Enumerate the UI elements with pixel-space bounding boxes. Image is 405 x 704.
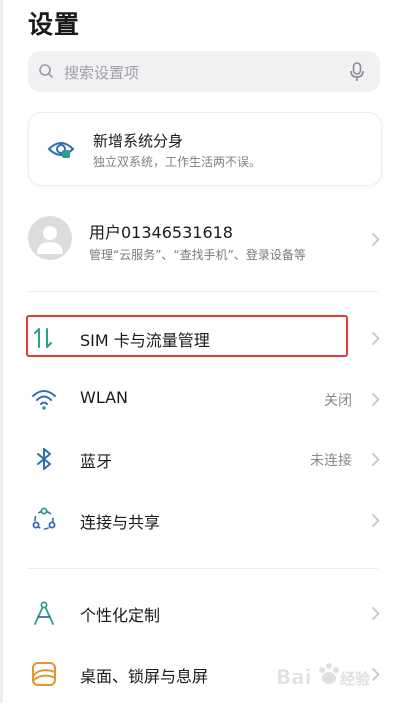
settings-item-sim[interactable]: SIM 卡与流量管理 [28,308,380,368]
settings-item-label: SIM 卡与流量管理 [80,331,210,350]
divider [28,568,378,569]
settings-item-status: 未连接 [310,453,352,469]
settings-item-label: 个性化定制 [80,606,161,625]
chevron-right-icon [371,392,380,407]
account-description: 管理“云服务”、“查找手机”、登录设备等 [89,248,306,262]
svg-text:经验: 经验 [340,670,371,688]
avatar-person-icon [37,226,63,254]
page-title: 设置 [28,10,81,39]
search-input[interactable] [62,51,356,94]
chevron-right-icon [371,513,380,528]
account-name: 用户01346531618 [89,223,233,242]
dual-system-icon [47,142,75,158]
settings-item-wlan[interactable]: WLAN 关闭 [28,369,380,429]
settings-item-label: WLAN [80,388,129,407]
account-row[interactable]: 用户01346531618 管理“云服务”、“查找手机”、登录设备等 [28,210,380,274]
chevron-right-icon [371,606,380,621]
chevron-right-icon [371,232,380,247]
chevron-right-icon [371,452,380,467]
settings-item-label: 桌面、锁屏与息屏 [80,667,209,686]
chevron-right-icon [371,331,380,346]
divider [28,291,378,292]
sim-traffic-icon [34,328,52,348]
bluetooth-icon [37,448,51,470]
settings-item-connection-sharing[interactable]: 连接与共享 [28,490,380,550]
settings-item-label: 蓝牙 [80,452,113,471]
settings-item-status: 关闭 [324,393,352,409]
watermark-logo: Bai 经验 [276,663,371,689]
settings-item-label: 连接与共享 [80,513,161,532]
wifi-icon [32,390,56,410]
search-icon [39,64,53,78]
promo-title: 新增系统分身 [93,132,184,150]
promo-subtitle: 独立双系统，工作生活两不误。 [93,155,262,169]
svg-text:Bai: Bai [276,665,312,689]
personalize-icon [34,601,54,625]
desktop-icon [32,662,56,686]
settings-item-personalization[interactable]: 个性化定制 [28,583,380,643]
share-connection-icon [32,507,56,530]
avatar [28,216,72,260]
settings-item-bluetooth[interactable]: 蓝牙 未连接 [28,429,380,489]
microphone-icon[interactable] [350,62,364,82]
dual-system-promo-card[interactable]: 新增系统分身 独立双系统，工作生活两不误。 [28,112,382,186]
search-bar[interactable] [28,51,380,94]
left-edge [0,0,3,703]
